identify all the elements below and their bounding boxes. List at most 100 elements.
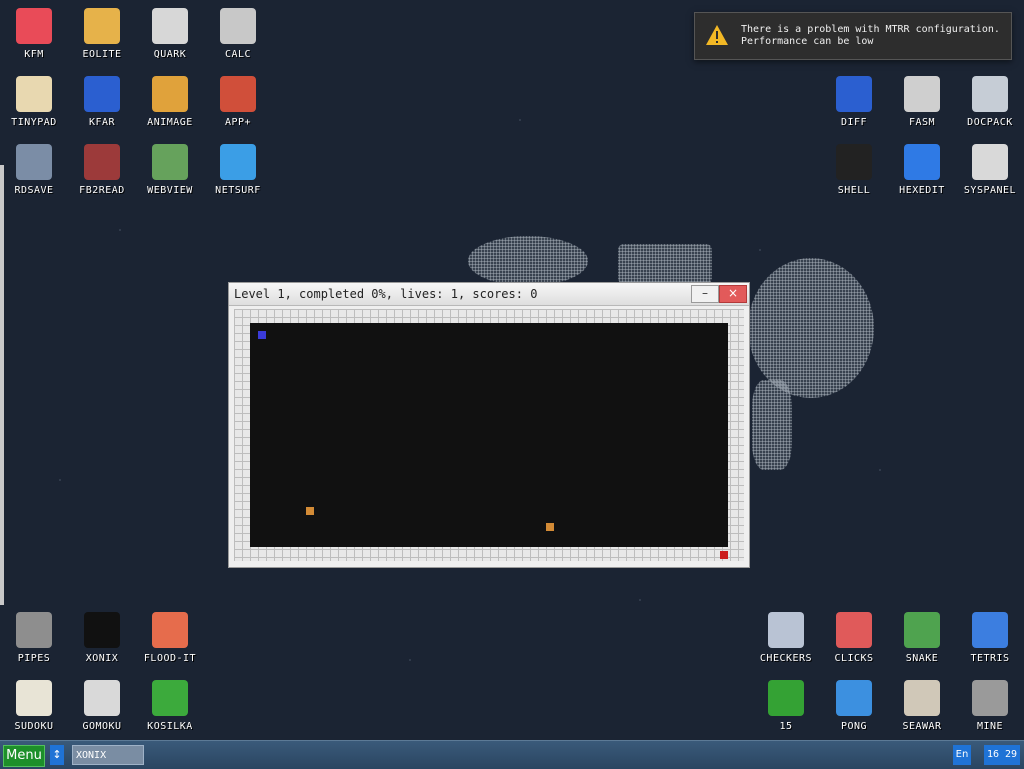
terminal-icon	[836, 144, 872, 180]
desktop-icon-kfar[interactable]: KFAR	[68, 68, 136, 134]
game-field[interactable]	[234, 309, 744, 561]
desktop-icon-label: PIPES	[17, 653, 51, 664]
desktop-icon-pong[interactable]: PONG	[820, 672, 888, 738]
dual-panel-icon	[836, 76, 872, 112]
desktop-icon-label: SNAKE	[905, 653, 939, 664]
wallpaper-house-art	[618, 244, 712, 284]
mine-icon	[972, 680, 1008, 716]
notification-text: There is a problem with MTRR configurati…	[741, 24, 1000, 48]
desktop-icon-eolite[interactable]: EOLITE	[68, 0, 136, 66]
desktop-icon-label: KFAR	[88, 117, 116, 128]
desktop-icon-label: NETSURF	[215, 185, 261, 196]
desktop-icon-label: 15	[779, 721, 793, 732]
desktop-icon-label: KFM	[24, 49, 44, 60]
desktop-icon-checkers[interactable]: CHECKERS	[752, 604, 820, 670]
notepad-pencil-icon	[16, 76, 52, 112]
mtrr-warning-notification[interactable]: There is a problem with MTRR configurati…	[694, 12, 1012, 60]
desktop-icon-sudoku[interactable]: SUDOKU	[0, 672, 68, 738]
warning-icon	[706, 25, 728, 45]
desktop-icon-fb2read[interactable]: FB2READ	[68, 136, 136, 202]
taskbar: Menu ↕ XONIX En 16 29	[0, 740, 1024, 769]
desktop-icon-tetris[interactable]: TETRIS	[956, 604, 1024, 670]
land-enemy	[720, 551, 728, 559]
desktop-icon-webview[interactable]: WEBVIEW	[136, 136, 204, 202]
cube-icon	[220, 76, 256, 112]
desktop-icon-label: PONG	[840, 721, 868, 732]
desktop-icon-rdsave[interactable]: RDSAVE	[0, 136, 68, 202]
desktop-icon-calc[interactable]: CALC	[204, 0, 272, 66]
window-switch-button[interactable]: ↕	[50, 745, 64, 765]
desktop-icon-label: CALC	[224, 49, 252, 60]
desktop-icon-15[interactable]: 15	[752, 672, 820, 738]
desktop-icon-xonix[interactable]: XONIX	[68, 604, 136, 670]
desktop-icon-label: FB2READ	[79, 185, 125, 196]
desktop-icon-label: APP+	[224, 117, 252, 128]
wallpaper-tree-art	[468, 236, 588, 286]
desktop-icon-diff[interactable]: DIFF	[820, 68, 888, 134]
wallpaper-trunk-art	[752, 380, 792, 470]
minimize-button[interactable]: –	[691, 285, 719, 303]
desktop-icon-label: EOLITE	[82, 49, 122, 60]
he-logo-icon	[904, 144, 940, 180]
pencil-ruler-icon	[152, 76, 188, 112]
desktop-icon-seawar[interactable]: SEAWAR	[888, 672, 956, 738]
desktop-icon-label: KOSILKA	[147, 721, 193, 732]
cabinet-icon	[972, 76, 1008, 112]
desktop-icon-app-[interactable]: APP+	[204, 68, 272, 134]
desktop-icon-label: SHELL	[837, 185, 871, 196]
desktop-icon-label: WEBVIEW	[147, 185, 193, 196]
notebook-icon	[152, 8, 188, 44]
desktop-icon-pipes[interactable]: PIPES	[0, 604, 68, 670]
desktop-icon-flood-it[interactable]: FLOOD-IT	[136, 604, 204, 670]
notification-line-2: Performance can be low	[741, 36, 874, 47]
xonix-icon	[84, 612, 120, 648]
desktop-icon-quark[interactable]: QUARK	[136, 0, 204, 66]
desktop-icon-gomoku[interactable]: GOMOKU	[68, 672, 136, 738]
left-edge-bar	[0, 165, 4, 605]
desktop-icon-label: FASM	[908, 117, 936, 128]
menu-button[interactable]: Menu	[3, 745, 45, 767]
desktop-icon-snake[interactable]: SNAKE	[888, 604, 956, 670]
desktop-icon-label: TETRIS	[970, 653, 1010, 664]
desktop-icon-kosilka[interactable]: KOSILKA	[136, 672, 204, 738]
desktop-icon-label: SYSPANEL	[963, 185, 1017, 196]
desktop-icon-label: CLICKS	[834, 653, 874, 664]
desktop-icon-netsurf[interactable]: NETSURF	[204, 136, 272, 202]
hanging-icon	[904, 76, 940, 112]
floppy-icon	[16, 8, 52, 44]
taskbar-app-xonix[interactable]: XONIX	[72, 745, 144, 765]
pipe-icon	[16, 612, 52, 648]
calculator-icon	[220, 8, 256, 44]
desktop-icon-tinypad[interactable]: TINYPAD	[0, 68, 68, 134]
blocks-icon	[836, 612, 872, 648]
desktop-icon-animage[interactable]: ANIMAGE	[136, 68, 204, 134]
book-icon	[84, 144, 120, 180]
desktop-icon-label: CHECKERS	[759, 653, 813, 664]
desktop-icon-kfm[interactable]: KFM	[0, 0, 68, 66]
desktop-icon-label: SEAWAR	[902, 721, 942, 732]
wallpaper-tree-right-art	[748, 258, 874, 398]
close-button[interactable]: ×	[719, 285, 747, 303]
language-indicator[interactable]: En	[953, 745, 971, 765]
grid-icon	[768, 680, 804, 716]
window-titlebar[interactable]: Level 1, completed 0%, lives: 1, scores:…	[229, 283, 749, 306]
lawnmower-icon	[152, 680, 188, 716]
desktop-icon-docpack[interactable]: DOCPACK	[956, 68, 1024, 134]
desktop-icon-shell[interactable]: SHELL	[820, 136, 888, 202]
checkers-icon	[768, 612, 804, 648]
desktop-icon-label: SUDOKU	[14, 721, 54, 732]
desktop-icon-clicks[interactable]: CLICKS	[820, 604, 888, 670]
desktop-icon-hexedit[interactable]: HEXEDIT	[888, 136, 956, 202]
desktop-icon-label: TINYPAD	[11, 117, 57, 128]
clock[interactable]: 16 29	[984, 745, 1020, 765]
mosaic-icon	[152, 612, 188, 648]
desktop-icon-fasm[interactable]: FASM	[888, 68, 956, 134]
globe-icon	[220, 144, 256, 180]
desktop-icon-syspanel[interactable]: SYSPANEL	[956, 136, 1024, 202]
dual-panel-icon	[84, 76, 120, 112]
printer-icon	[16, 144, 52, 180]
desktop-icon-label: DOCPACK	[967, 117, 1013, 128]
xonix-game-window[interactable]: Level 1, completed 0%, lives: 1, scores:…	[228, 282, 750, 568]
desktop-icon-mine[interactable]: MINE	[956, 672, 1024, 738]
notification-line-1: There is a problem with MTRR configurati…	[741, 24, 1000, 35]
